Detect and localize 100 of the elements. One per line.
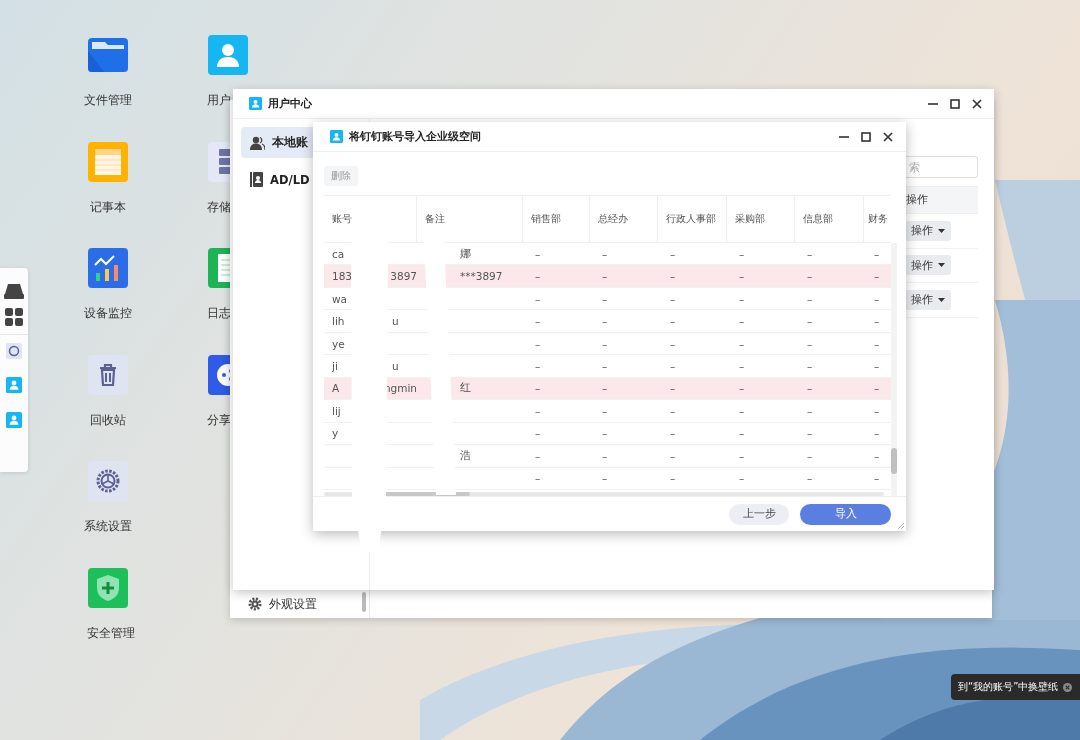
column-header: 信息部 [795, 196, 864, 242]
user-icon [249, 97, 262, 110]
trash-icon[interactable] [88, 354, 128, 395]
note-text: 红 [460, 381, 471, 394]
column-header: 采购部 [727, 196, 795, 242]
folder-icon[interactable] [88, 35, 128, 75]
empty-value: – [670, 337, 676, 350]
contact-book-icon[interactable] [250, 172, 263, 187]
empty-value: – [874, 472, 880, 485]
actions-dropdown[interactable]: 操作 [905, 255, 951, 276]
drive-icon[interactable] [4, 282, 24, 300]
menu-item[interactable]: 外观设置 [269, 596, 317, 612]
caret-icon [938, 228, 945, 233]
chart-icon[interactable] [88, 248, 128, 289]
empty-value: – [535, 427, 541, 440]
account-text: y [332, 427, 340, 440]
account-text: ye [332, 337, 346, 350]
actions-dropdown[interactable]: 操作 [905, 289, 951, 310]
icon-label[interactable]: 设备监控 [84, 306, 132, 322]
empty-value: – [807, 449, 813, 462]
empty-value: – [670, 360, 676, 372]
icon-label[interactable]: 安全管理 [87, 625, 135, 641]
empty-value: – [739, 270, 745, 283]
note-text: 浩 [460, 448, 471, 461]
empty-value: – [739, 404, 745, 417]
close-icon[interactable] [883, 131, 893, 142]
empty-value: – [739, 472, 745, 485]
icon-label[interactable]: 分享 [207, 412, 231, 428]
maximize-icon[interactable] [861, 131, 871, 142]
back-button[interactable]: 上一步 [729, 503, 789, 525]
empty-value: – [807, 292, 813, 305]
empty-value: – [602, 382, 608, 395]
scrollbar-thumb[interactable] [362, 592, 366, 612]
column-header: 总经办 [590, 196, 658, 242]
icon-label[interactable]: 记事本 [90, 199, 126, 215]
empty-value: – [874, 247, 880, 260]
empty-value: – [874, 270, 880, 283]
empty-value: – [670, 292, 676, 305]
window-title: 用户中心 [268, 96, 313, 111]
empty-value: – [535, 337, 541, 350]
vertical-scrollbar[interactable] [891, 243, 897, 496]
icon-label[interactable]: 用户 [207, 93, 231, 108]
account-text: ji [332, 360, 339, 372]
column-header: 财务 [867, 212, 889, 226]
empty-value: – [670, 449, 676, 462]
account-text: lih [332, 315, 346, 328]
shield-icon[interactable] [88, 567, 128, 608]
icon-label[interactable]: 存储 [207, 199, 231, 215]
empty-value: – [874, 315, 880, 328]
caret-icon [938, 297, 945, 302]
empty-value: – [739, 337, 745, 350]
resize-grip-icon[interactable] [897, 522, 904, 529]
empty-value: – [807, 360, 813, 372]
empty-value: – [535, 404, 541, 417]
empty-value: – [602, 292, 608, 305]
account-text: wa [332, 292, 349, 305]
icon-label[interactable]: 日志 [207, 306, 231, 322]
empty-value: – [670, 270, 676, 283]
empty-value: – [670, 382, 676, 395]
actions-dropdown[interactable]: 操作 [905, 220, 951, 241]
empty-value: – [670, 472, 676, 485]
empty-value: – [739, 315, 745, 328]
account-text: 183 [332, 270, 354, 283]
users-icon[interactable] [250, 135, 265, 150]
empty-value: – [602, 360, 608, 372]
empty-value: – [602, 247, 608, 260]
close-icon[interactable] [972, 98, 982, 109]
empty-value: – [602, 449, 608, 462]
empty-value: – [535, 270, 541, 283]
empty-value: – [739, 382, 745, 395]
import-button[interactable]: 导入 [800, 503, 891, 525]
empty-value: – [535, 247, 541, 260]
grid-icon[interactable] [5, 308, 23, 326]
column-header: 行政人事部 [658, 196, 727, 242]
tooltip-text: 到“我的账号”中换壁纸 [958, 680, 1059, 694]
icon-label[interactable]: 回收站 [90, 412, 126, 428]
empty-value: – [535, 382, 541, 395]
empty-value: – [602, 337, 608, 350]
empty-value: – [874, 449, 880, 462]
sidebar-label[interactable]: 本地账 [272, 135, 308, 150]
empty-value: – [602, 427, 608, 440]
account-text: lij [332, 404, 342, 417]
sidebar-label[interactable]: AD/LD [270, 172, 310, 187]
empty-value: – [874, 360, 880, 372]
table-row[interactable]: 183 3897 ***3897 – – – – – – [324, 265, 891, 288]
account-text: u [392, 360, 399, 372]
empty-value: – [807, 247, 813, 260]
empty-value: – [535, 360, 541, 372]
empty-value: – [670, 404, 676, 417]
maximize-icon[interactable] [950, 98, 960, 109]
icon-label[interactable]: 系统设置 [84, 519, 132, 535]
empty-value: – [602, 404, 608, 417]
note-text: ***3897 [460, 270, 503, 283]
empty-value: – [602, 270, 608, 283]
empty-value: – [874, 337, 880, 350]
note-text: 娜 [460, 246, 471, 259]
icon-label[interactable]: 文件管理 [84, 93, 132, 108]
caret-icon [938, 263, 945, 268]
empty-value: – [535, 315, 541, 328]
empty-value: – [807, 270, 813, 283]
